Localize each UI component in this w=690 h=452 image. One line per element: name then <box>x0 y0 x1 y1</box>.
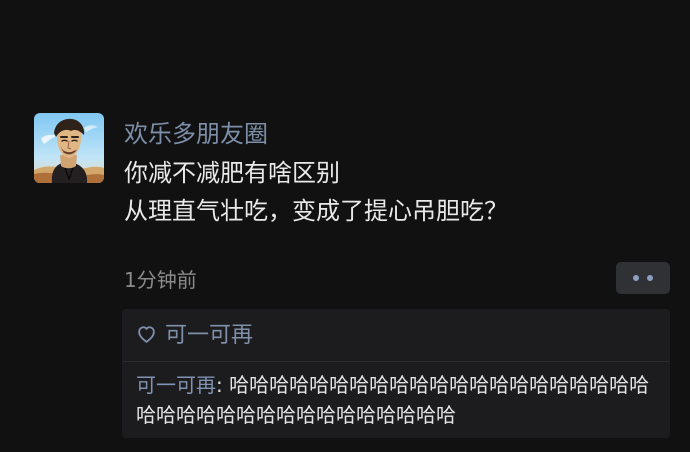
comment-item[interactable]: 可一可再: 哈哈哈哈哈哈哈哈哈哈哈哈哈哈哈哈哈哈哈哈哈哈哈哈哈哈哈哈哈哈哈哈哈哈… <box>136 370 668 430</box>
comment-separator: : <box>216 373 230 397</box>
avatar-illustration <box>34 113 104 183</box>
avatar[interactable] <box>34 113 104 183</box>
moment-post: 欢乐多朋友圈 你减不减肥有啥区别 从理直气壮吃，变成了提心吊胆吃？ 1分钟前 可… <box>0 0 690 452</box>
likes-comments-panel: 可一可再 可一可再: 哈哈哈哈哈哈哈哈哈哈哈哈哈哈哈哈哈哈哈哈哈哈哈哈哈哈哈哈哈… <box>122 309 670 438</box>
comment-author[interactable]: 可一可再 <box>136 373 216 397</box>
post-text-line: 从理直气壮吃，变成了提心吊胆吃？ <box>124 197 508 225</box>
more-icon <box>633 275 639 281</box>
post-text: 你减不减肥有啥区别 从理直气壮吃，变成了提心吊胆吃？ <box>124 154 664 230</box>
heart-icon <box>136 324 157 345</box>
likes-row: 可一可再 <box>136 319 253 353</box>
more-icon <box>647 275 653 281</box>
post-timestamp: 1分钟前 <box>124 268 197 292</box>
more-actions-button[interactable] <box>616 262 670 294</box>
liker-name[interactable]: 可一可再 <box>165 319 253 353</box>
panel-divider <box>122 361 670 362</box>
post-text-line: 你减不减肥有啥区别 <box>124 159 340 187</box>
poster-name[interactable]: 欢乐多朋友圈 <box>124 117 268 151</box>
